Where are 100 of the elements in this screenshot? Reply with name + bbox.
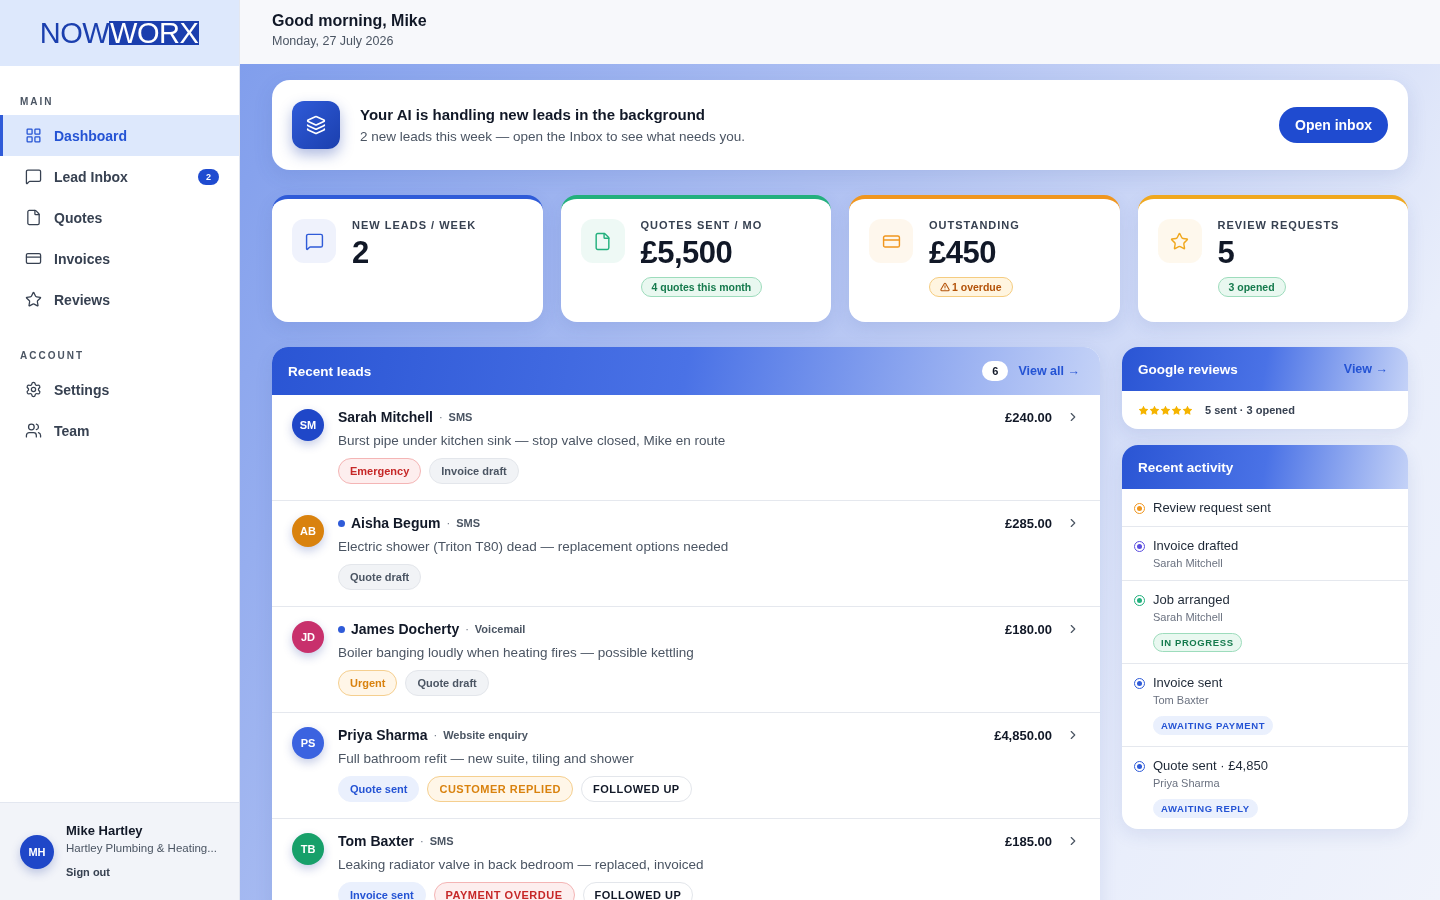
status-tag: Quote draft: [338, 564, 422, 590]
activity-subtitle: Sarah Mitchell: [1153, 611, 1224, 623]
lead-avatar: JD: [292, 621, 324, 653]
lead-channel: SMS: [429, 835, 454, 847]
lead-avatar: AB: [292, 515, 324, 547]
status-tag: AWAITING PAYMENT: [1153, 716, 1274, 735]
date: Monday, 27 July 2026: [272, 34, 395, 48]
layers-icon: [292, 101, 340, 149]
lead-row[interactable]: JD James Docherty · Voicemail £180.00 Boiler banging loudly when heating fires — possible kettling Urgent Quote draft: [272, 607, 1100, 713]
activity-subtitle: Tom Baxter: [1153, 694, 1210, 706]
stat-value: 2: [352, 235, 370, 271]
settings-icon: [25, 381, 42, 398]
lead-name: Priya Sharma: [338, 727, 428, 743]
status-tag: Quote sent: [338, 776, 420, 802]
activity-title: Quote sent · £4,850: [1153, 758, 1268, 773]
lead-summary: Electric shower (Triton T80) dead — replacement options needed: [338, 539, 730, 554]
lead-channel: SMS: [456, 517, 480, 529]
status-tag: CUSTOMER REPLIED: [427, 776, 573, 802]
nav-item[interactable]: Quotes: [0, 197, 239, 238]
lead-avatar: TB: [292, 833, 324, 865]
view-link[interactable]: View →: [1343, 362, 1388, 376]
lead-amount: £285.00: [1005, 515, 1052, 531]
view-all-link[interactable]: View all →: [1018, 364, 1080, 378]
lead-row[interactable]: SM Sarah Mitchell · SMS £240.00 Burst pipe under kitchen sink — stop valve closed, Mike en route Emergency Invoice draft: [272, 395, 1100, 501]
activity-subtitle: Sarah Mitchell: [1153, 557, 1224, 569]
lead-channel: Website enquiry: [443, 729, 528, 741]
stat-badge: 1 overdue: [929, 277, 1013, 297]
lead-summary: Burst pipe under kitchen sink — stop valve closed, Mike en route: [338, 433, 727, 448]
section-heading: MAIN: [19, 95, 55, 109]
banner-title: Your AI is handling new leads in the background: [360, 106, 707, 123]
nav-item[interactable]: Settings: [0, 369, 239, 410]
lead-avatar: SM: [292, 409, 324, 441]
lead-amount: £185.00: [1005, 833, 1052, 849]
lead-channel: Voicemail: [474, 623, 526, 635]
document-icon: [25, 209, 42, 226]
greeting: Good morning, Mike: [272, 12, 428, 30]
card-title: Recent activity: [1138, 459, 1235, 475]
card-title: Recent leads: [288, 363, 373, 379]
star-icon: [1157, 219, 1202, 263]
card-icon: [869, 219, 913, 263]
chat-icon: [25, 168, 42, 185]
status-tag: PAYMENT OVERDUE: [433, 882, 575, 900]
lead-name: Aisha Begum: [351, 515, 441, 531]
stat-value: 5: [1217, 235, 1236, 271]
separator: ·: [446, 517, 451, 529]
stat-value: £450: [929, 235, 997, 271]
sign-out-link[interactable]: Sign out: [66, 866, 110, 878]
star-icon: [1160, 404, 1171, 416]
nav-item[interactable]: Team: [0, 410, 239, 451]
lead-name: Tom Baxter: [338, 833, 414, 849]
lead-row[interactable]: AB Aisha Begum · SMS £285.00 Electric shower (Triton T80) dead — replacement options needed Quote draft: [272, 501, 1100, 607]
chat-icon: [292, 219, 336, 263]
separator: ·: [465, 623, 469, 635]
company-name: Hartley Plumbing & Heating...: [66, 842, 217, 854]
lead-avatar: PS: [292, 727, 324, 759]
star-icon: [1149, 404, 1160, 416]
nav-item[interactable]: Invoices: [0, 238, 239, 279]
banner-text: 2 new leads this week — open the Inbox to see what needs you.: [360, 129, 746, 144]
star-icon: [1182, 404, 1193, 416]
status-tag: IN PROGRESS: [1153, 633, 1242, 652]
status-tag: Invoice draft: [429, 458, 519, 484]
lead-summary: Boiler banging loudly when heating fires — possible kettling: [338, 645, 695, 660]
card-icon: [25, 250, 42, 267]
lead-name: Sarah Mitchell: [338, 409, 433, 425]
stat-label: NEW LEADS / WEEK: [352, 219, 477, 231]
logo-text: NOW: [39, 16, 110, 50]
nav-item[interactable]: Dashboard: [0, 115, 239, 156]
count-badge: 2: [198, 168, 219, 185]
user-avatar: MH: [20, 834, 54, 869]
separator: ·: [433, 729, 438, 741]
status-tag: Quote draft: [405, 670, 489, 696]
star-icon: [1138, 404, 1149, 416]
activity-title: Invoice sent: [1153, 675, 1224, 690]
stat-label: OUTSTANDING: [929, 219, 1020, 231]
activity-title: Invoice drafted: [1153, 538, 1239, 553]
lead-name: James Docherty: [351, 621, 460, 637]
stat-badge: 4 quotes this month: [640, 277, 763, 297]
stat-label: REVIEW REQUESTS: [1217, 219, 1340, 231]
status-tag: FOLLOWED UP: [580, 776, 692, 802]
section-heading: ACCOUNT: [19, 349, 85, 363]
stat-value: £5,500: [640, 235, 734, 271]
status-tag: Invoice sent: [338, 882, 426, 900]
separator: ·: [438, 411, 443, 423]
user-name: Mike Hartley: [66, 823, 144, 838]
lead-row[interactable]: TB Tom Baxter · SMS £185.00 Leaking radiator valve in back bedroom — replaced, invoiced Invoice sent PAYMENT OVERDUE FOLLOWED UP: [272, 819, 1100, 900]
lead-amount: £240.00: [1005, 409, 1052, 425]
lead-channel: SMS: [448, 411, 473, 423]
open-inbox-button[interactable]: Open inbox: [1279, 107, 1388, 143]
document-icon: [580, 219, 625, 263]
nav-item[interactable]: Reviews: [0, 279, 239, 320]
activity-title: Review request sent: [1153, 500, 1271, 515]
separator: ·: [420, 835, 424, 847]
lead-row[interactable]: PS Priya Sharma · Website enquiry £4,850.00 Full bathroom refit — new suite, tiling and shower Quote sent CUSTOMER REPLIED FOLLOWED UP: [272, 713, 1100, 819]
activity-subtitle: Priya Sharma: [1153, 777, 1221, 789]
status-tag: FOLLOWED UP: [582, 882, 694, 900]
nav-item[interactable]: Lead Inbox 2: [0, 156, 239, 197]
card-title: Google reviews: [1138, 361, 1239, 377]
status-tag: Emergency: [338, 458, 422, 484]
lead-amount: £180.00: [1005, 621, 1052, 637]
grid-icon: [25, 127, 42, 144]
